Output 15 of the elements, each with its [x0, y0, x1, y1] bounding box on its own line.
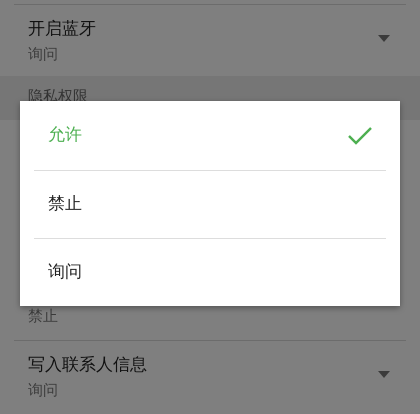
setting-title: 写入联系人信息: [28, 354, 147, 377]
setting-title: 开启蓝牙: [28, 18, 96, 41]
option-label: 禁止: [48, 192, 82, 216]
dialog-option[interactable]: 询问: [34, 238, 386, 306]
check-icon: [348, 126, 372, 144]
dropdown-caret-icon: [378, 35, 390, 42]
setting-value: 询问: [28, 44, 58, 65]
option-label: 允许: [48, 124, 82, 147]
setting-value: 禁止: [28, 306, 58, 327]
dropdown-caret-icon: [378, 371, 390, 378]
dialog-option[interactable]: 允许: [34, 101, 386, 170]
dialog-option[interactable]: 禁止: [34, 170, 386, 238]
option-label: 询问: [48, 260, 82, 284]
setting-row[interactable]: 写入联系人信息 询问: [14, 340, 406, 412]
setting-value: 询问: [28, 380, 58, 401]
